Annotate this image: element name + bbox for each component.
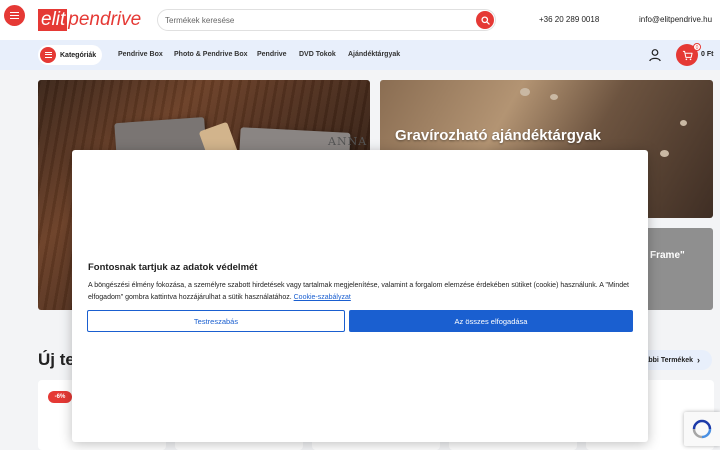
cookie-policy-link[interactable]: Cookie-szabályzat bbox=[294, 294, 351, 301]
cookie-text: A böngészési élmény fokozása, a személyr… bbox=[88, 282, 629, 301]
search-input[interactable] bbox=[165, 12, 465, 28]
search-button[interactable] bbox=[476, 11, 494, 29]
search-icon bbox=[480, 15, 490, 25]
menu-icon bbox=[44, 52, 52, 58]
phone-link[interactable]: +36 20 289 0018 bbox=[539, 15, 599, 24]
banner-stone bbox=[550, 94, 558, 100]
banner-stone bbox=[660, 150, 669, 157]
recaptcha-badge[interactable] bbox=[684, 412, 720, 446]
chevron-right-icon: › bbox=[697, 355, 700, 365]
nav-item-dvd-tokok[interactable]: DVD Tokok bbox=[299, 51, 336, 58]
banner-gifts-title: Gravírozható ajándéktárgyak bbox=[395, 127, 601, 144]
user-icon[interactable] bbox=[648, 48, 662, 62]
customize-button[interactable]: Testreszabás bbox=[87, 310, 345, 332]
banner-frame-title: Frame" bbox=[650, 250, 685, 261]
logo-elit: elit bbox=[38, 9, 68, 31]
nav-item-photo-pendrive-box[interactable]: Photo & Pendrive Box bbox=[174, 51, 248, 58]
cart-total[interactable]: 0 Ft bbox=[701, 51, 713, 58]
discount-badge: -6% bbox=[48, 391, 72, 403]
logo-pendrive: pendrive bbox=[68, 9, 142, 30]
categories-icon-wrap bbox=[40, 47, 56, 63]
search-bar bbox=[157, 9, 496, 31]
accept-all-button[interactable]: Az összes elfogadása bbox=[349, 310, 633, 332]
cookie-title: Fontosnak tartjuk az adatok védelmét bbox=[88, 262, 258, 273]
banner-stone bbox=[520, 88, 530, 96]
top-header: elitpendrive +36 20 289 0018 info@elitpe… bbox=[0, 0, 720, 40]
site-logo[interactable]: elit pendrive bbox=[38, 9, 141, 31]
categories-label: Kategóriák bbox=[60, 51, 97, 59]
nav-item-pendrive[interactable]: Pendrive bbox=[257, 51, 287, 58]
email-link[interactable]: info@elitpendrive.hu bbox=[639, 15, 712, 24]
main-navigation: Kategóriák Pendrive Box Photo & Pendrive… bbox=[0, 40, 720, 70]
banner-stone bbox=[680, 120, 687, 126]
menu-button[interactable] bbox=[4, 5, 25, 26]
recaptcha-icon bbox=[692, 419, 712, 439]
banner-engraving: ANNA bbox=[328, 135, 368, 148]
categories-button[interactable]: Kategóriák bbox=[38, 45, 102, 65]
menu-icon bbox=[10, 12, 19, 19]
nav-item-pendrive-box[interactable]: Pendrive Box bbox=[118, 51, 163, 58]
nav-item-ajandektargyak[interactable]: Ajándéktárgyak bbox=[348, 51, 400, 58]
cart-count-badge: 0 bbox=[693, 43, 701, 51]
cookie-consent-dialog: Fontosnak tartjuk az adatok védelmét A b… bbox=[72, 150, 648, 442]
cart-icon bbox=[682, 50, 693, 60]
cookie-description: A böngészési élmény fokozása, a személyr… bbox=[88, 280, 636, 304]
